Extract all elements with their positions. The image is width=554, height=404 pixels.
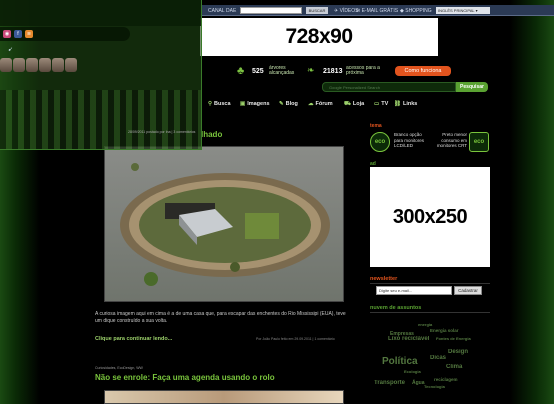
leaf-icon: ❧ [307,65,315,75]
flooded-house-photo [105,147,343,301]
theme-label: tema [370,123,382,129]
site-search-button[interactable]: Pesquisar [456,82,488,92]
eco-white-theme-icon[interactable]: eco [370,132,390,152]
newsletter-email-input[interactable]: Digite seu e-mail... [376,286,452,295]
avatar[interactable] [39,58,51,72]
tag-cloud-title: nuvem de assuntos [370,305,422,311]
tag[interactable]: Clima [446,364,462,370]
email-label: E-MAIL GRÁTIS [361,8,399,14]
nav-item-tv[interactable]: ▭ TV [374,101,388,107]
overlay-avatars [0,58,80,74]
post-excerpt: A curiosa imagem aqui em cima é a de uma… [95,311,346,324]
newsletter-title: newsletter [370,276,398,282]
tag[interactable]: Lixo reciclável [388,336,429,342]
nav-label: Fórum [315,101,333,107]
top-search-button[interactable]: BUSCAR [306,7,328,14]
tag[interactable]: reciclagem [434,377,458,382]
nav-item-busca[interactable]: ⚲ Busca [208,101,231,107]
how-it-works-button[interactable]: Como funciona [395,66,451,76]
nav-label: Blog [285,101,298,107]
right-green-glow [510,0,554,404]
language-label: INGLÊS PRINCIPAL [438,8,475,13]
avatar[interactable] [52,58,64,72]
tag[interactable]: Design [448,349,468,355]
nav-item-forum[interactable]: ☁ Fórum [308,101,333,107]
cart-icon: ⛟ [344,101,351,107]
avatar[interactable] [65,58,77,72]
link-icon: ⛓ [394,101,401,107]
topbar-link-canal[interactable]: CANAL [208,8,225,14]
nav-item-links[interactable]: ⛓ Links [394,101,417,107]
eco-counters: ♣ 525 árvores alcançadas ❧ 21813 acessos… [237,65,497,79]
access-label: acessos para a próxima [346,65,380,76]
tag[interactable]: Tecnologia [424,384,445,389]
post-byline: Por João Paulo feito em 29.09.2011 | 1 c… [256,337,335,341]
nav-label: Links [402,101,418,107]
overlay-caption: 28/09/2011 postado por Ina | 3 comentári… [128,130,196,134]
eco-black-theme-icon[interactable]: eco [469,132,489,152]
tag[interactable]: Energia solar [430,328,459,333]
post-title-2[interactable]: Não se enrole: Faça uma agenda usando o … [95,373,275,382]
pointer-icon: ➹ [8,47,14,53]
rss-icon[interactable]: ≋ [25,30,33,38]
banner-ad[interactable]: 728x90 [200,18,438,56]
tag-cloud-divider [370,312,490,313]
topbar-link-dae[interactable]: DAE [226,8,236,14]
avatar[interactable] [13,58,25,72]
trees-label: árvores alcançadas [269,65,295,76]
topbar-shopping[interactable]: ◆ SHOPPING [400,8,432,14]
nav-label: TV [381,101,389,107]
tag[interactable]: Dicas [430,355,446,361]
nav-label: Imagens [247,101,270,107]
sidebar-ad[interactable]: 300x250 [370,167,490,267]
eco-black-line: monitores CRT [436,143,467,148]
eco-white-text[interactable]: Branco opção para monitores LCD/LED [394,132,424,149]
tv-icon: ▭ [374,101,380,107]
post-image-2[interactable] [104,390,344,404]
blog-icon: ✎ [279,101,284,107]
image-icon: ▣ [240,101,246,107]
post-categories[interactable]: Curiosidades, EcoDesign, WW [95,366,143,370]
tag-cloud: energia Energia solar Empresas Lixo reci… [370,314,490,404]
newsletter-divider [370,283,490,284]
eco-black-text[interactable]: Preto menor consumo em monitores CRT [434,132,467,149]
nav-label: Busca [214,101,231,107]
shopping-label: SHOPPING [405,8,432,14]
avatar[interactable] [26,58,38,72]
nav-item-blog[interactable]: ✎ Blog [279,101,298,107]
tag[interactable]: Água [412,380,425,386]
topbar-videos[interactable]: ✈ VÍDEOS [334,8,359,14]
eco-white-line: LCD/LED [394,143,414,148]
nav-item-imagens[interactable]: ▣ Imagens [240,101,270,107]
tag[interactable]: Ecologia [404,369,421,374]
tag[interactable]: Transporte [374,380,405,386]
top-search-input[interactable] [240,7,302,14]
post-title[interactable]: lhado [201,130,222,139]
screenshot-stage: CANAL DAE BUSCAR ✈ VÍDEOS ✉ E-MAIL GRÁTI… [0,0,554,404]
instagram-icon[interactable]: ◉ [3,30,11,38]
trees-count: 525 [252,68,264,75]
avatar[interactable] [0,58,12,72]
overlay-header [0,0,201,26]
read-more-link[interactable]: Clique para continuar lendo... [95,336,172,342]
nav-item-loja[interactable]: ⛟ Loja [344,101,364,108]
access-count: 21813 [323,68,343,75]
top-toolbar: CANAL DAE BUSCAR ✈ VÍDEOS ✉ E-MAIL GRÁTI… [200,5,554,16]
tag[interactable]: energia [418,322,432,327]
forum-icon: ☁ [308,101,314,107]
search-icon: ⚲ [208,101,213,107]
language-select[interactable]: INGLÊS PRINCIPAL ▾ [436,7,490,14]
overlay-window[interactable]: ◉ f ≋ ➹ 28/09/2011 postado por Ina | 3 c… [0,0,202,150]
overlay-background-pattern [0,90,201,149]
nav-label: Loja [352,101,365,107]
site-search-input[interactable]: Google Personalized Search [322,82,456,92]
post-image[interactable] [104,146,344,302]
eco-white-line: Branco opção [394,132,422,137]
topbar-email[interactable]: ✉ E-MAIL GRÁTIS [356,8,398,14]
facebook-icon[interactable]: f [14,30,22,38]
tag[interactable]: Fontes de Energia [436,336,471,341]
tree-icon: ♣ [237,65,245,77]
newsletter-submit-button[interactable]: Cadastrar [454,286,482,295]
tag[interactable]: Política [382,356,418,367]
